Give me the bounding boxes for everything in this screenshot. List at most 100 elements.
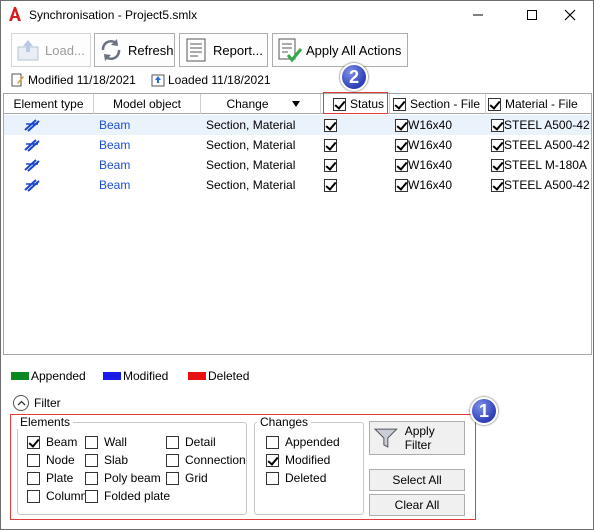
change-cell: Section, Material	[206, 158, 296, 172]
section-checkbox[interactable]	[395, 178, 408, 192]
table-row[interactable]: Beam Section, Material W16x40 STEEL A500…	[4, 175, 591, 195]
load-button[interactable]: Load...	[11, 33, 91, 67]
report-label: Report...	[213, 42, 263, 58]
section-checkbox[interactable]	[395, 138, 408, 152]
legend-appended: Appended	[11, 369, 86, 383]
apply-all-actions-button[interactable]: Apply All Actions	[272, 33, 408, 67]
funnel-icon	[373, 428, 398, 448]
synchronisation-window: Synchronisation - Project5.smlx Load...	[0, 0, 594, 530]
table-row[interactable]: Beam Section, Material W16x40 STEEL A500…	[4, 135, 591, 155]
modified-info: Modified 11/18/2021	[11, 73, 136, 87]
status-checkbox[interactable]	[324, 138, 337, 152]
material-header-checkbox[interactable]	[488, 97, 501, 111]
report-button[interactable]: Report...	[179, 33, 268, 67]
section-value: W16x40	[408, 138, 453, 152]
material-value: STEEL A500-42	[504, 178, 590, 192]
apply-all-actions-label: Apply All Actions	[306, 42, 402, 58]
header-element-type[interactable]: Element type	[4, 94, 94, 114]
refresh-icon	[101, 39, 121, 61]
maximize-icon	[527, 10, 537, 20]
filter-poly-beam[interactable]: Poly beam	[85, 471, 161, 485]
filter-beam[interactable]: Beam	[27, 435, 77, 449]
legend-modified: Modified	[103, 369, 168, 383]
filter-node[interactable]: Node	[27, 453, 75, 467]
report-icon	[186, 38, 206, 62]
loaded-date: Loaded 11/18/2021	[168, 73, 271, 87]
material-checkbox[interactable]	[491, 178, 504, 192]
filter-grid[interactable]: Grid	[166, 471, 208, 485]
minimize-icon	[473, 14, 483, 16]
table-row[interactable]: Beam Section, Material W16x40 STEEL A500…	[4, 115, 591, 135]
callout-badge-2: 2	[340, 63, 368, 91]
info-bar: Modified 11/18/2021 Loaded 11/18/2021	[1, 71, 593, 89]
grid-header: Element type Model object Change Status …	[4, 94, 591, 114]
status-checkbox[interactable]	[324, 118, 337, 132]
filter-detail[interactable]: Detail	[166, 435, 216, 449]
section-header-checkbox[interactable]	[393, 97, 406, 111]
status-checkbox[interactable]	[324, 158, 337, 172]
filter-appended[interactable]: Appended	[266, 435, 340, 449]
edit-document-icon	[11, 73, 24, 87]
filter-wall[interactable]: Wall	[85, 435, 127, 449]
clear-all-button[interactable]: Clear All	[369, 494, 465, 516]
status-highlight-box	[323, 92, 388, 114]
material-value: STEEL A500-42	[504, 118, 590, 132]
header-section-file[interactable]: Section - File	[390, 94, 486, 114]
model-object-link[interactable]: Beam	[99, 115, 130, 135]
apply-filter-button[interactable]: Apply Filter	[369, 421, 465, 455]
change-cell: Section, Material	[206, 178, 296, 192]
header-change[interactable]: Change	[201, 94, 321, 114]
header-model-object[interactable]: Model object	[94, 94, 201, 114]
material-checkbox[interactable]	[491, 118, 504, 132]
filter-modified[interactable]: Modified	[266, 453, 330, 467]
section-value: W16x40	[408, 118, 453, 132]
changes-group-title: Changes	[257, 415, 312, 429]
load-label: Load...	[45, 42, 85, 58]
section-value: W16x40	[408, 158, 453, 172]
callout-badge-1: 1	[470, 397, 498, 425]
filter-toggle[interactable]: Filter	[13, 395, 61, 411]
minimize-button[interactable]	[455, 1, 501, 29]
model-object-link[interactable]: Beam	[99, 155, 130, 175]
legend-deleted: Deleted	[188, 369, 249, 383]
apply-all-actions-icon	[278, 38, 302, 63]
load-icon	[17, 40, 39, 61]
filter-folded-plate[interactable]: Folded plate	[85, 489, 170, 503]
filter-deleted[interactable]: Deleted	[266, 471, 326, 485]
beam-element-icon	[24, 139, 40, 152]
modified-date: Modified 11/18/2021	[28, 73, 136, 87]
sort-down-icon	[291, 101, 300, 107]
filter-connection[interactable]: Connection	[166, 453, 246, 467]
deleted-swatch	[188, 372, 206, 380]
title-bar: Synchronisation - Project5.smlx	[1, 1, 593, 29]
model-object-link[interactable]: Beam	[99, 135, 130, 155]
window-title: Synchronisation - Project5.smlx	[29, 8, 198, 22]
beam-element-icon	[24, 159, 40, 172]
change-cell: Section, Material	[206, 118, 296, 132]
table-row[interactable]: Beam Section, Material W16x40 STEEL M-18…	[4, 155, 591, 175]
select-all-button[interactable]: Select All	[369, 469, 465, 491]
elements-group-title: Elements	[17, 415, 74, 429]
beam-element-icon	[24, 179, 40, 192]
model-object-link[interactable]: Beam	[99, 175, 130, 195]
section-checkbox[interactable]	[395, 118, 408, 132]
status-checkbox[interactable]	[324, 178, 337, 192]
filter-plate[interactable]: Plate	[27, 471, 73, 485]
filter-column[interactable]: Column	[27, 489, 87, 503]
loaded-info: Loaded 11/18/2021	[151, 73, 271, 87]
material-checkbox[interactable]	[491, 138, 504, 152]
close-button[interactable]	[547, 1, 593, 29]
modified-swatch	[103, 372, 121, 380]
section-checkbox[interactable]	[395, 158, 408, 172]
header-material-file[interactable]: Material - File	[486, 94, 591, 114]
appended-swatch	[11, 372, 29, 380]
change-cell: Section, Material	[206, 138, 296, 152]
sync-grid: Element type Model object Change Status …	[3, 93, 592, 355]
refresh-button[interactable]: Refresh	[94, 33, 175, 67]
filter-slab[interactable]: Slab	[85, 453, 128, 467]
material-checkbox[interactable]	[491, 158, 504, 172]
material-value: STEEL M-180A	[504, 158, 587, 172]
section-value: W16x40	[408, 178, 453, 192]
chevron-up-icon	[13, 395, 29, 411]
refresh-label: Refresh	[128, 42, 174, 58]
